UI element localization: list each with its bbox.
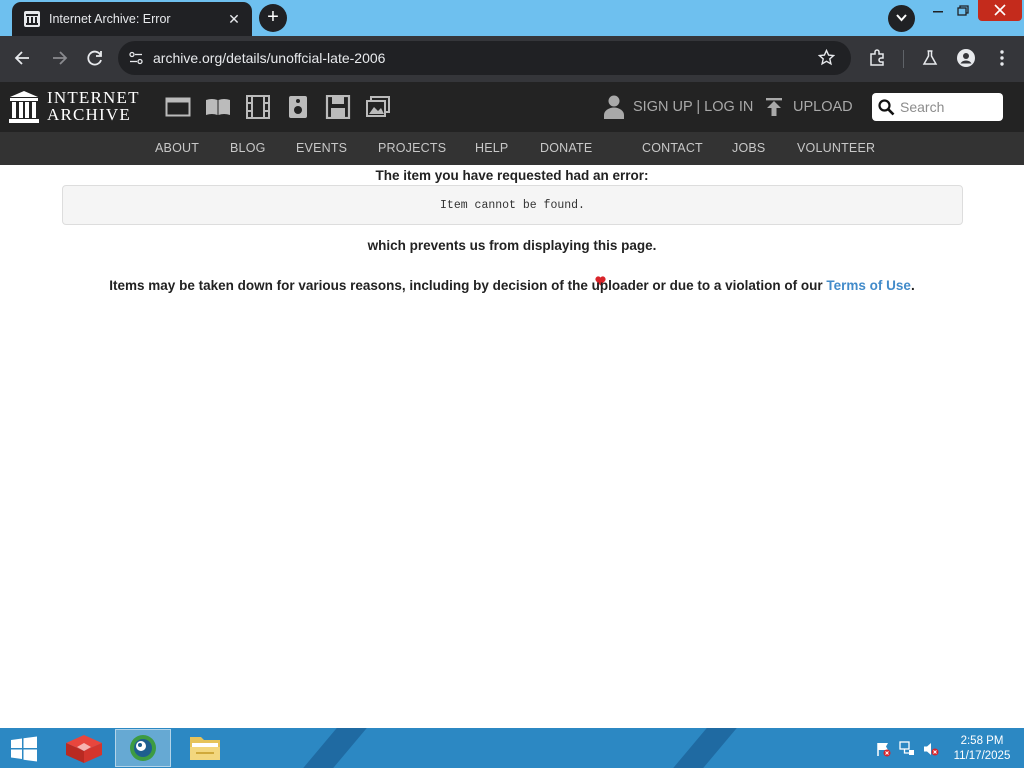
- video-icon[interactable]: [245, 95, 271, 119]
- user-icon[interactable]: [604, 95, 624, 119]
- tab-title: Internet Archive: Error: [49, 12, 171, 26]
- restore-icon[interactable]: [952, 0, 974, 22]
- extensions-icon[interactable]: [867, 48, 887, 68]
- network-icon[interactable]: [899, 741, 915, 757]
- archive-building-icon[interactable]: [9, 90, 39, 124]
- new-tab-button[interactable]: +: [259, 4, 287, 32]
- reason-suffix: .: [910, 278, 915, 293]
- close-tab-icon[interactable]: ✕: [226, 11, 242, 27]
- chevron-down-icon: [896, 14, 907, 22]
- ia-wordmark-line2: ARCHIVE: [47, 105, 131, 124]
- ia-nav-bar: ABOUT BLOG EVENTS PROJECTS HELP DONATE C…: [0, 132, 1024, 286]
- images-icon[interactable]: [365, 95, 391, 119]
- upload-link[interactable]: UPLOAD: [793, 99, 853, 115]
- taskbar-app-browser[interactable]: [115, 729, 171, 767]
- reason-prefix: Items may be taken down for various reas…: [109, 278, 823, 293]
- error-message: Item cannot be found.: [440, 199, 585, 212]
- browser-tab[interactable]: Internet Archive: Error ✕: [12, 2, 252, 36]
- site-info-icon[interactable]: [128, 50, 144, 66]
- error-reason-text: Items may be taken down for various reas…: [0, 278, 1024, 293]
- nav-help[interactable]: HELP: [475, 141, 508, 155]
- forward-arrow-icon[interactable]: [48, 47, 70, 69]
- clock-date: 11/17/2025: [953, 750, 1011, 762]
- nav-blog[interactable]: BLOG: [230, 141, 266, 155]
- toolbar-divider: [903, 50, 904, 68]
- screen: Internet Archive: Error ✕ + archive.org/…: [0, 0, 1024, 768]
- terms-of-use-link[interactable]: Terms of Use: [826, 278, 911, 293]
- browser-toolbar: archive.org/details/unoffcial-late-2006: [0, 36, 1024, 82]
- profile-avatar-icon[interactable]: [956, 48, 976, 68]
- ia-header: INTERNET ARCHIVE SIGN UP | LOG IN UPLOAD…: [0, 82, 1024, 132]
- taskbar-stripe: [303, 728, 367, 768]
- nav-about[interactable]: ABOUT: [155, 141, 199, 155]
- ia-wordmark[interactable]: INTERNET ARCHIVE: [47, 89, 140, 123]
- address-bar[interactable]: archive.org/details/unoffcial-late-2006: [118, 41, 851, 75]
- minimize-icon[interactable]: [927, 0, 949, 22]
- signup-login-link[interactable]: SIGN UP | LOG IN: [633, 99, 753, 115]
- windows-start-icon[interactable]: [10, 736, 38, 762]
- reload-icon[interactable]: [84, 47, 106, 69]
- close-icon: [994, 4, 1006, 16]
- taskbar-app-redcube[interactable]: [56, 729, 112, 767]
- error-prevent-text: which prevents us from displaying this p…: [367, 238, 657, 253]
- web-icon[interactable]: [165, 95, 191, 119]
- tab-search-button[interactable]: [888, 5, 915, 32]
- nav-jobs[interactable]: JOBS: [732, 141, 765, 155]
- error-message-box: Item cannot be found.: [62, 185, 963, 225]
- url-text: archive.org/details/unoffcial-late-2006: [153, 50, 386, 66]
- more-menu-icon[interactable]: [992, 48, 1012, 68]
- software-icon[interactable]: [325, 95, 351, 119]
- clock-time: 2:58 PM: [960, 735, 1004, 747]
- nav-donate[interactable]: DONATE: [540, 141, 592, 155]
- close-window-button[interactable]: [978, 0, 1022, 21]
- nav-projects[interactable]: PROJECTS: [378, 141, 446, 155]
- system-clock[interactable]: 2:58 PM 11/17/2025: [950, 734, 1014, 764]
- nav-volunteer[interactable]: VOLUNTEER: [797, 141, 875, 155]
- search-placeholder: Search: [900, 99, 945, 115]
- archive-favicon-icon: [24, 11, 40, 27]
- back-arrow-icon[interactable]: [12, 47, 34, 69]
- upload-icon[interactable]: [765, 97, 783, 117]
- bookmark-star-icon[interactable]: [818, 49, 835, 66]
- audio-icon[interactable]: [285, 95, 311, 119]
- red-cube-app-icon: [66, 735, 102, 763]
- ia-wordmark-line1: INTERNET: [47, 88, 140, 107]
- browser-app-icon: [130, 735, 156, 761]
- browser-tabstrip: Internet Archive: Error ✕ +: [0, 0, 1024, 36]
- nav-contact[interactable]: CONTACT: [642, 141, 703, 155]
- texts-icon[interactable]: [205, 95, 231, 119]
- labs-flask-icon[interactable]: [920, 48, 940, 68]
- volume-muted-icon[interactable]: [923, 741, 939, 757]
- search-icon: [878, 99, 895, 116]
- folder-icon: [190, 737, 220, 760]
- taskbar-stripe: [673, 728, 737, 768]
- nav-events[interactable]: EVENTS: [296, 141, 347, 155]
- error-heading: The item you have requested had an error…: [375, 168, 649, 183]
- flag-alert-icon[interactable]: [875, 741, 891, 757]
- taskbar-app-explorer[interactable]: [177, 729, 233, 767]
- search-input[interactable]: Search: [872, 93, 1003, 121]
- windows-taskbar: 2:58 PM 11/17/2025: [0, 728, 1024, 768]
